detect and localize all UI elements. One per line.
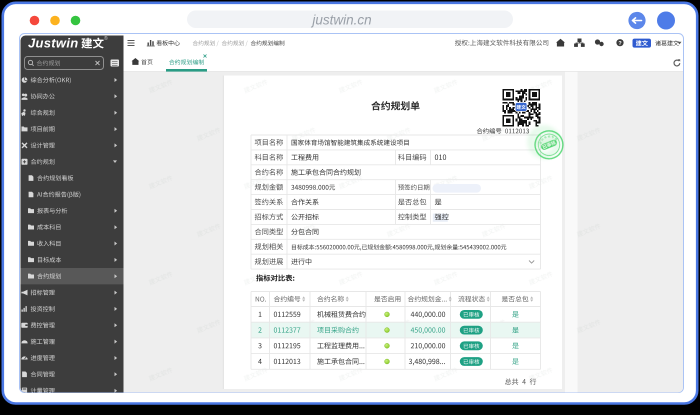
svg-text:Justwin: Justwin (28, 36, 79, 51)
svg-text:?: ? (618, 41, 621, 47)
svg-text:®: ® (104, 35, 108, 42)
svg-text:justwin.cn: justwin.cn (310, 12, 371, 27)
